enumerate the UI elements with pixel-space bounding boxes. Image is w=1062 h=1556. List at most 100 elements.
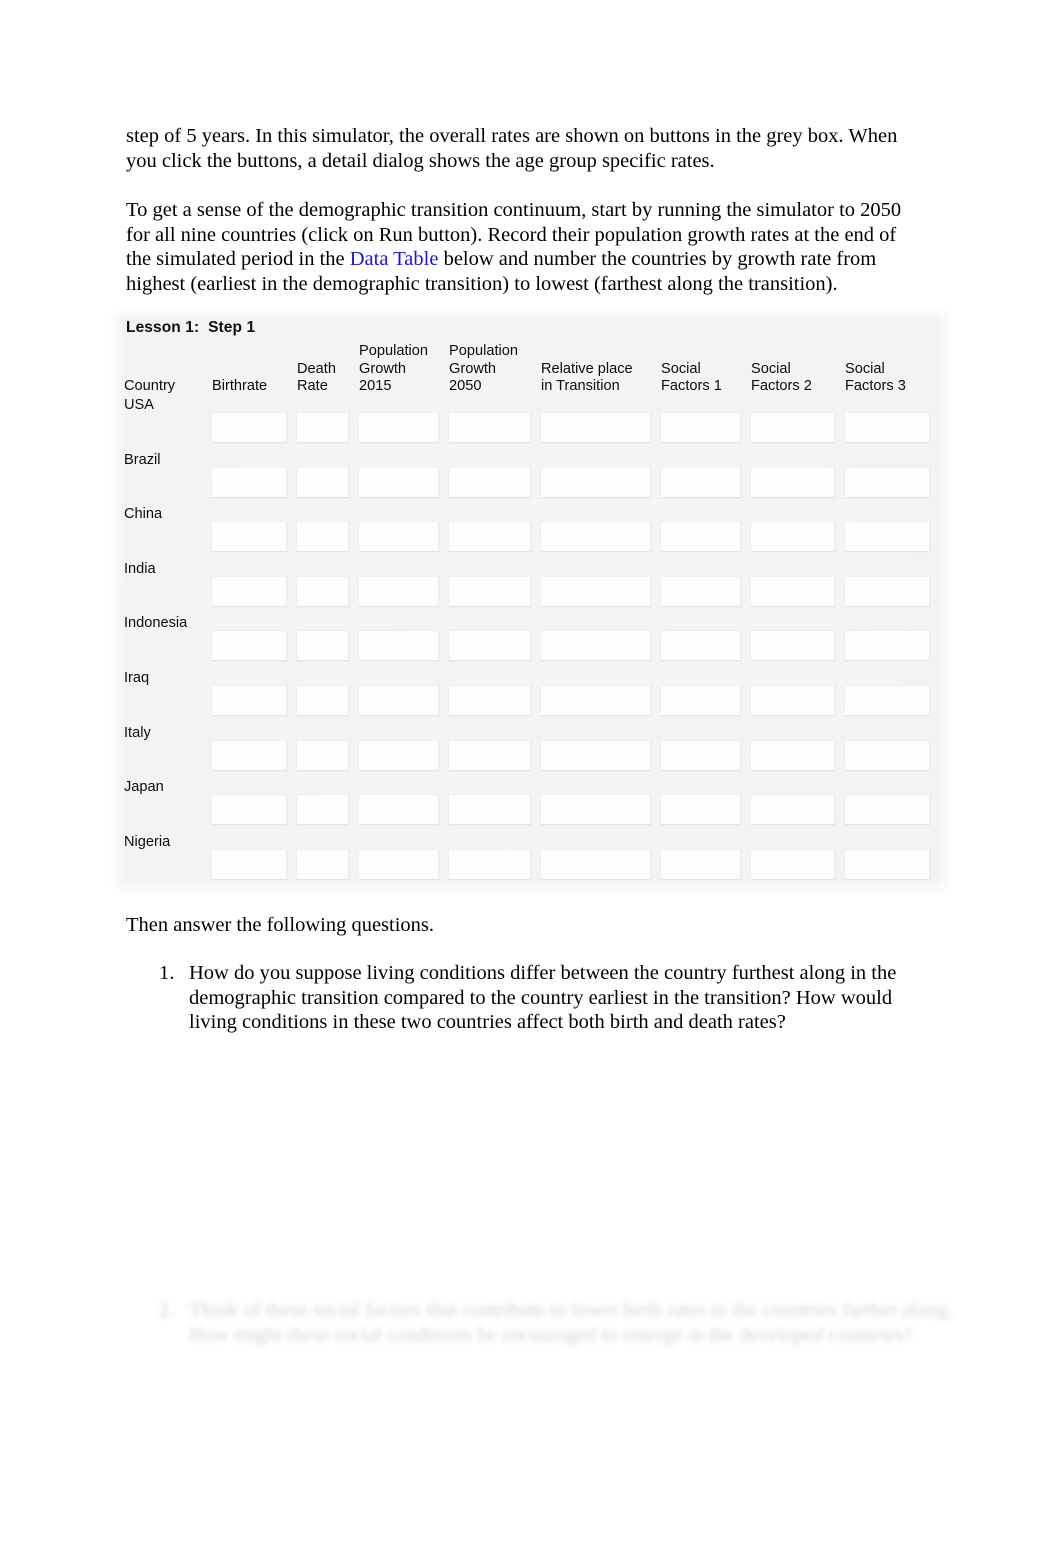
country-cell: Indonesia	[124, 614, 212, 632]
pop-growth-2015-input[interactable]	[359, 795, 439, 826]
pop-growth-2015-cell	[359, 396, 449, 443]
country-cell: Italy	[124, 724, 212, 742]
social-factors-3-input[interactable]	[845, 740, 930, 771]
social-factors-2-input[interactable]	[751, 576, 835, 607]
relative-place-input[interactable]	[541, 631, 651, 662]
relative-place-input[interactable]	[541, 467, 651, 498]
relative-place-input[interactable]	[541, 795, 651, 826]
birthrate-cell	[212, 669, 297, 716]
social-factors-2-input[interactable]	[751, 685, 835, 716]
social-factors-2-input[interactable]	[751, 413, 835, 443]
social-factors-3-input[interactable]	[845, 685, 930, 716]
social-factors-1-input[interactable]	[661, 631, 741, 662]
table-row: USA	[124, 396, 940, 451]
death-rate-input[interactable]	[297, 849, 349, 880]
social-factors-3-cell	[845, 669, 940, 716]
social-factors-3-cell	[845, 833, 940, 880]
table-row: India	[124, 560, 940, 615]
pop-growth-2050-input[interactable]	[449, 631, 531, 662]
relative-place-input[interactable]	[541, 522, 651, 553]
social-factors-3-input[interactable]	[845, 413, 930, 443]
question-item-2-faded: 2. Think of these social factors that co…	[126, 1298, 953, 1347]
birthrate-input[interactable]	[212, 685, 287, 716]
death-rate-input[interactable]	[297, 576, 349, 607]
data-table-link[interactable]: Data Table	[350, 248, 439, 270]
pop-growth-2050-input[interactable]	[449, 467, 531, 498]
social-factors-2-input[interactable]	[751, 795, 835, 826]
death-rate-input[interactable]	[297, 413, 349, 443]
pop-growth-2015-input[interactable]	[359, 467, 439, 498]
death-rate-input[interactable]	[297, 685, 349, 716]
social-factors-2-input[interactable]	[751, 849, 835, 880]
relative-place-input[interactable]	[541, 576, 651, 607]
death-rate-input[interactable]	[297, 522, 349, 553]
death-rate-input[interactable]	[297, 740, 349, 771]
paragraph-simulator-rates: step of 5 years. In this simulator, the …	[126, 125, 898, 172]
pop-growth-2015-cell	[359, 669, 449, 716]
birthrate-cell	[212, 778, 297, 826]
death-rate-input[interactable]	[297, 795, 349, 826]
country-label: Japan	[124, 779, 164, 796]
social-factors-3-input[interactable]	[845, 849, 930, 880]
column-header-social-factors-2: Social Factors 2	[751, 360, 812, 394]
pop-growth-2015-input[interactable]	[359, 522, 439, 553]
social-factors-3-input[interactable]	[845, 631, 930, 662]
social-factors-2-input[interactable]	[751, 740, 835, 771]
birthrate-cell	[212, 724, 297, 771]
birthrate-cell	[212, 614, 297, 662]
pop-growth-2015-cell	[359, 560, 449, 607]
country-label: Nigeria	[124, 833, 171, 850]
pop-growth-2015-input[interactable]	[359, 849, 439, 880]
social-factors-1-input[interactable]	[661, 685, 741, 716]
social-factors-1-input[interactable]	[661, 740, 741, 771]
relative-place-input[interactable]	[541, 849, 651, 880]
social-factors-2-input[interactable]	[751, 467, 835, 498]
death-rate-cell	[297, 833, 359, 880]
pop-growth-2015-input[interactable]	[359, 631, 439, 662]
pop-growth-2050-input[interactable]	[449, 413, 531, 443]
social-factors-3-input[interactable]	[845, 522, 930, 553]
social-factors-2-input[interactable]	[751, 631, 835, 662]
death-rate-input[interactable]	[297, 467, 349, 498]
social-factors-1-input[interactable]	[661, 467, 741, 498]
pop-growth-2015-input[interactable]	[359, 685, 439, 716]
pop-growth-2015-input[interactable]	[359, 740, 439, 771]
social-factors-1-input[interactable]	[661, 849, 741, 880]
country-label: Iraq	[124, 669, 150, 686]
social-factors-2-input[interactable]	[751, 522, 835, 553]
pop-growth-2050-input[interactable]	[449, 685, 531, 716]
pop-growth-2050-cell	[449, 396, 541, 443]
social-factors-1-input[interactable]	[661, 576, 741, 607]
birthrate-input[interactable]	[212, 795, 287, 826]
country-cell: India	[124, 560, 212, 578]
pop-growth-2050-input[interactable]	[449, 795, 531, 826]
relative-place-input[interactable]	[541, 413, 651, 443]
pop-growth-2050-input[interactable]	[449, 522, 531, 553]
birthrate-input[interactable]	[212, 740, 287, 771]
pop-growth-2050-input[interactable]	[449, 576, 531, 607]
relative-place-input[interactable]	[541, 685, 651, 716]
birthrate-input[interactable]	[212, 631, 287, 662]
pop-growth-2050-input[interactable]	[449, 740, 531, 771]
pop-growth-2015-input[interactable]	[359, 576, 439, 607]
social-factors-3-input[interactable]	[845, 795, 930, 826]
birthrate-input[interactable]	[212, 467, 287, 498]
social-factors-3-input[interactable]	[845, 467, 930, 498]
birthrate-input[interactable]	[212, 413, 287, 443]
death-rate-input[interactable]	[297, 631, 349, 662]
social-factors-1-input[interactable]	[661, 413, 741, 443]
pop-growth-2050-input[interactable]	[449, 849, 531, 880]
relative-place-input[interactable]	[541, 740, 651, 771]
social-factors-3-input[interactable]	[845, 576, 930, 607]
pop-growth-2015-input[interactable]	[359, 413, 439, 443]
birthrate-input[interactable]	[212, 849, 287, 880]
country-label: China	[124, 506, 163, 523]
birthrate-input[interactable]	[212, 522, 287, 553]
birthrate-input[interactable]	[212, 576, 287, 607]
relative-place-cell	[541, 614, 661, 662]
social-factors-1-input[interactable]	[661, 522, 741, 553]
table-row: Indonesia	[124, 614, 940, 669]
pop-growth-2050-cell	[449, 614, 541, 662]
social-factors-1-input[interactable]	[661, 795, 741, 826]
pop-growth-2050-cell	[449, 451, 541, 498]
